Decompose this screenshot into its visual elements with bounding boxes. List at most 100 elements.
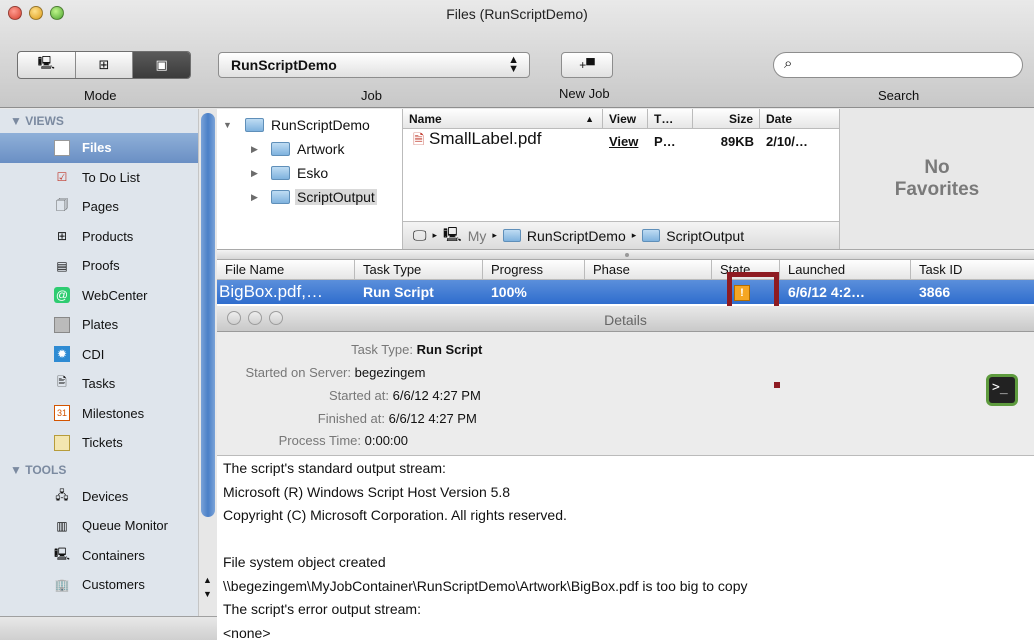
- sidebar-item-webcenter[interactable]: @ WebCenter: [0, 281, 198, 311]
- column-header-view[interactable]: View: [603, 109, 648, 128]
- tree-item-label: Esko: [297, 165, 329, 181]
- info-key: Process Time:: [278, 433, 361, 448]
- details-title: Details: [604, 312, 647, 328]
- path-segment-job[interactable]: RunScriptDemo: [527, 228, 626, 244]
- sidebar-item-plates[interactable]: Plates: [0, 310, 198, 340]
- sidebar-bottom-bar: [0, 616, 217, 640]
- sidebar-item-devices[interactable]: 🖧 Devices: [0, 482, 198, 512]
- scroll-up-arrow-icon[interactable]: ▲: [203, 575, 212, 585]
- tree-item-label: ScriptOutput: [295, 189, 377, 205]
- cdi-icon: ✹: [54, 346, 70, 363]
- sidebar-item-label: Customers: [82, 577, 145, 593]
- window-toolbar: Files (RunScriptDemo) 🖳 ⊞ ▣ Mode RunScri…: [0, 0, 1034, 108]
- sidebar-item-tasks[interactable]: 🖹 Tasks: [0, 369, 198, 399]
- info-value: 6/6/12 4:27 PM: [388, 411, 477, 426]
- search-input[interactable]: ⌕: [773, 52, 1023, 78]
- column-header-size[interactable]: Size: [693, 109, 760, 128]
- task-list-header: File Name Task Type Progress Phase State…: [217, 260, 1034, 280]
- server-icon: 🖳: [37, 55, 55, 70]
- mode-server-button[interactable]: 🖳: [18, 52, 76, 78]
- folder-icon: [271, 142, 290, 156]
- scroll-down-arrow-icon[interactable]: ▼: [203, 589, 212, 599]
- table-row[interactable]: 🗎 SmallLabel.pdf View P… 89KB 2/10/…: [403, 129, 839, 153]
- column-header-task-type[interactable]: Task Type: [355, 260, 483, 279]
- disclosure-closed-icon[interactable]: ▶: [251, 168, 258, 179]
- job-select-value: RunScriptDemo: [231, 57, 337, 73]
- mode-grid-button[interactable]: ⊞: [76, 52, 134, 78]
- column-header-file-name[interactable]: File Name: [217, 260, 355, 279]
- mode-segmented-control[interactable]: 🖳 ⊞ ▣: [17, 51, 191, 79]
- proofs-icon: ▤: [56, 258, 68, 273]
- sidebar-item-label: To Do List: [82, 169, 140, 185]
- sidebar-item-label: Proofs: [82, 258, 120, 274]
- sidebar-section-views[interactable]: ▼ VIEWS: [0, 109, 198, 133]
- sidebar-item-customers[interactable]: 🏢 Customers: [0, 570, 198, 600]
- column-header-launched[interactable]: Launched: [780, 260, 911, 279]
- tree-item-esko[interactable]: ▶ Esko: [217, 161, 402, 185]
- info-row: Task Type: Run Script: [217, 342, 482, 357]
- sidebar-item-label: Queue Monitor: [82, 518, 168, 534]
- script-output-log[interactable]: The script's standard output stream: Mic…: [217, 455, 1034, 640]
- tree-item-label: Artwork: [297, 141, 345, 157]
- output-line: Microsoft (R) Windows Script Host Versio…: [223, 483, 511, 500]
- sidebar-item-milestones[interactable]: 31 Milestones: [0, 399, 198, 429]
- search-label: Search: [878, 88, 920, 103]
- task-list: File Name Task Type Progress Phase State…: [217, 260, 1034, 314]
- task-launched-cell: 6/6/12 4:2…: [788, 284, 866, 300]
- sidebar-item-cdi[interactable]: ✹ CDI: [0, 340, 198, 370]
- window-icon: ▣: [155, 57, 168, 72]
- task-progress-cell: 100%: [491, 284, 527, 300]
- tree-item-artwork[interactable]: ▶ Artwork: [217, 137, 402, 161]
- sidebar-item-label: Tickets: [82, 435, 123, 451]
- column-header-phase[interactable]: Phase: [585, 260, 712, 279]
- sidebar-item-pages[interactable]: 🗍 Pages: [0, 192, 198, 222]
- sidebar-scrollbar[interactable]: ▲ ▼: [198, 109, 217, 616]
- folder-icon: [642, 229, 661, 242]
- column-header-task-id[interactable]: Task ID: [911, 260, 1034, 279]
- table-row-selected[interactable]: BigBox.pdf,… Run Script 100% ! 6/6/12 4:…: [217, 280, 1034, 304]
- pane-splitter[interactable]: [217, 249, 1034, 260]
- info-value: 0:00:00: [364, 433, 408, 448]
- tree-item-root[interactable]: ▼ RunScriptDemo: [217, 113, 402, 137]
- sidebar-item-proofs[interactable]: ▤ Proofs: [0, 251, 198, 281]
- path-bar: 🖵 ▸ 🖳 My ▸ RunScriptDemo ▸ ScriptOutput: [403, 221, 839, 249]
- column-header-progress[interactable]: Progress: [483, 260, 585, 279]
- view-link[interactable]: View: [603, 134, 648, 149]
- sidebar-item-products[interactable]: ⊞ Products: [0, 222, 198, 252]
- column-header-type[interactable]: T…: [648, 109, 693, 128]
- job-select[interactable]: RunScriptDemo ▲ ▼: [218, 52, 530, 78]
- sidebar-item-containers[interactable]: 🖳 Containers: [0, 541, 198, 571]
- sidebar-item-files[interactable]: Files: [0, 133, 198, 163]
- column-label: Name: [409, 112, 442, 126]
- splitter-handle[interactable]: [625, 253, 629, 257]
- info-value: Run Script: [416, 342, 483, 357]
- open-terminal-button[interactable]: >_: [986, 374, 1018, 406]
- disclosure-closed-icon[interactable]: ▶: [251, 144, 258, 155]
- sidebar-item-todo[interactable]: ☑ To Do List: [0, 163, 198, 193]
- sidebar-scroll-thumb[interactable]: [201, 113, 215, 517]
- path-separator-icon: ▸: [631, 230, 637, 240]
- tree-item-scriptoutput[interactable]: ▶ ScriptOutput: [217, 185, 402, 209]
- pdf-file-icon: 🗎: [413, 131, 425, 147]
- path-segment-folder[interactable]: ScriptOutput: [666, 228, 744, 244]
- favorites-panel: No Favorites: [839, 109, 1034, 249]
- column-header-date[interactable]: Date: [760, 109, 839, 128]
- sidebar-item-label: Containers: [82, 547, 145, 563]
- file-list-header: Name ▲ View T… Size Date: [403, 109, 839, 129]
- new-job-button[interactable]: +▀: [561, 52, 613, 78]
- column-header-name[interactable]: Name ▲: [403, 109, 603, 128]
- webcenter-icon: @: [54, 287, 70, 304]
- disclosure-open-icon[interactable]: ▼: [223, 120, 232, 130]
- path-segment-my[interactable]: My: [468, 228, 487, 244]
- file-type-cell: P…: [654, 133, 676, 149]
- new-job-label: New Job: [559, 86, 610, 101]
- disclosure-closed-icon[interactable]: ▶: [251, 192, 258, 203]
- sidebar-section-tools[interactable]: ▼ TOOLS: [0, 458, 198, 482]
- job-label: Job: [361, 88, 382, 103]
- sidebar-item-queue-monitor[interactable]: ▥ Queue Monitor: [0, 511, 198, 541]
- search-icon: ⌕: [784, 55, 793, 72]
- mode-window-button[interactable]: ▣: [133, 52, 190, 78]
- computer-icon: 🖵: [413, 227, 427, 243]
- sidebar-item-tickets[interactable]: Tickets: [0, 428, 198, 458]
